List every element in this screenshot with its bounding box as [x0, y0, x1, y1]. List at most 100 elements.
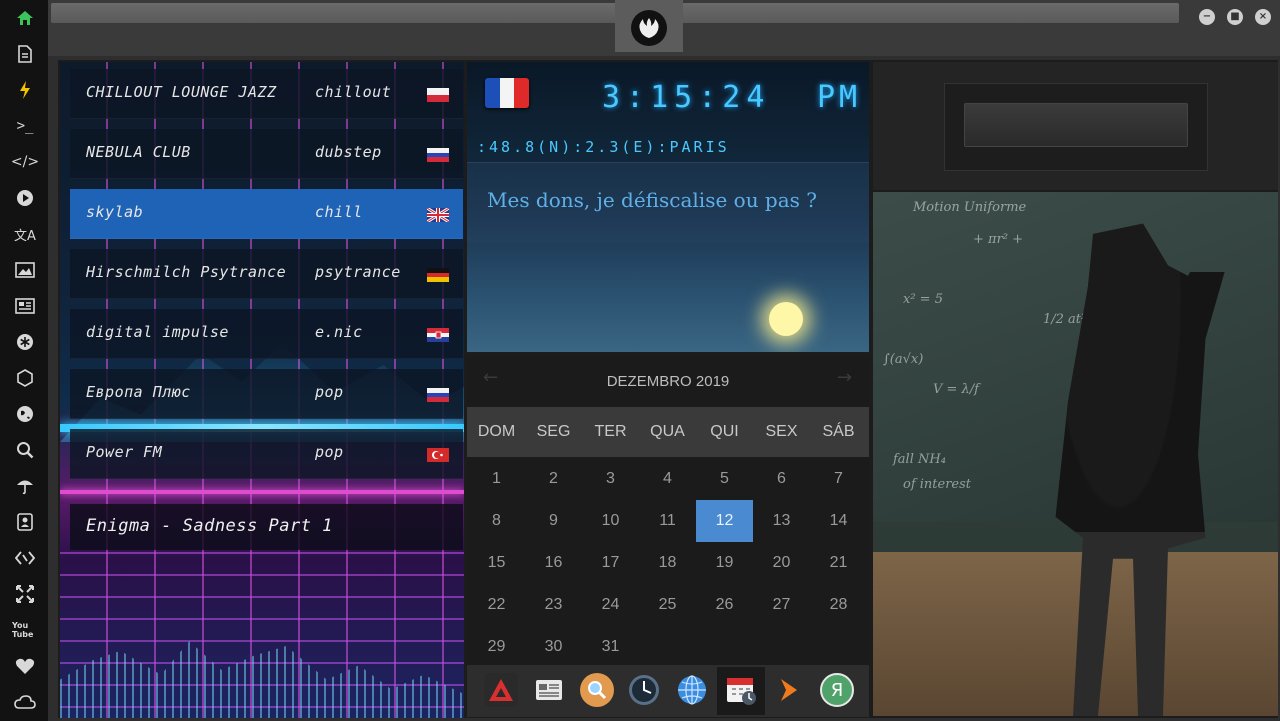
maximize-button[interactable]: ■	[1227, 9, 1243, 25]
calendar-day[interactable]: 10	[582, 500, 639, 542]
emblem-tab[interactable]	[615, 0, 683, 52]
calendar-day[interactable]: 14	[810, 500, 867, 542]
forward-app-icon[interactable]	[772, 673, 806, 707]
news-icon[interactable]	[532, 673, 566, 707]
calendar-day[interactable]: 12	[696, 500, 753, 542]
clock-ampm: PM	[817, 80, 862, 115]
app-dock: Я	[467, 665, 869, 717]
calendar-day[interactable]: 15	[468, 542, 525, 584]
cloud-icon[interactable]	[12, 689, 38, 715]
code-icon[interactable]: </>	[11, 149, 39, 175]
left-sidebar: >_ </> 文A You Tube	[0, 0, 48, 721]
calendar-day[interactable]: 4	[639, 458, 696, 500]
station-genre: psytrance	[315, 263, 401, 281]
tag-icon[interactable]	[12, 545, 38, 571]
station-name: CHILLOUT LOUNGE JAZZ	[86, 83, 277, 101]
calendar-day[interactable]: 18	[639, 542, 696, 584]
station-row[interactable]: digital impulse e.nic	[70, 309, 463, 359]
wallpaper-image: Motion Uniforme + πr² + x² = 5 1/2 at² ∫(a√x…	[873, 192, 1278, 716]
weekday-label: QUA	[650, 423, 685, 440]
station-row[interactable]: CHILLOUT LOUNGE JAZZ chillout	[70, 69, 463, 119]
croatia-flag-icon	[427, 327, 449, 342]
close-button[interactable]: ×	[1255, 9, 1271, 25]
calendar-day[interactable]: 31	[582, 626, 639, 668]
minimize-button[interactable]: −	[1199, 9, 1215, 25]
calendar-day[interactable]: 29	[468, 626, 525, 668]
weekday-label: SÁB	[822, 423, 855, 440]
station-row[interactable]: Power FM pop	[70, 429, 463, 479]
calendar-day[interactable]: 8	[468, 500, 525, 542]
calendar-day[interactable]: 6	[753, 458, 810, 500]
globe-icon[interactable]	[12, 401, 38, 427]
rebel-emblem-icon	[631, 10, 667, 46]
calendar-day[interactable]: 28	[810, 584, 867, 626]
translate-icon[interactable]: 文A	[12, 221, 38, 247]
calendar-day[interactable]: 9	[525, 500, 582, 542]
app-launcher-icon[interactable]	[484, 673, 518, 707]
search-icon[interactable]	[12, 437, 38, 463]
next-month-button[interactable]: →	[837, 367, 852, 388]
station-genre: dubstep	[315, 143, 382, 161]
calendar-day[interactable]: 1	[468, 458, 525, 500]
bolt-icon[interactable]	[12, 77, 38, 103]
clock-app-icon[interactable]	[627, 673, 661, 707]
germany-flag-icon	[427, 267, 449, 282]
station-row[interactable]: skylab chill	[70, 189, 463, 239]
station-name: NEBULA CLUB	[86, 143, 191, 161]
station-row[interactable]: Hirschmilch Psytrance psytrance	[70, 249, 463, 299]
calendar-day[interactable]: 17	[582, 542, 639, 584]
calendar-day[interactable]: 11	[639, 500, 696, 542]
chalk-text: Motion Uniforme	[913, 200, 1027, 215]
calendar-day[interactable]: 2	[525, 458, 582, 500]
calendar-day[interactable]: 3	[582, 458, 639, 500]
poland-flag-icon	[427, 87, 449, 102]
search-app-icon[interactable]	[580, 673, 614, 707]
calendar-day[interactable]: 25	[639, 584, 696, 626]
calendar-app-icon[interactable]	[724, 673, 758, 707]
expand-icon[interactable]	[12, 581, 38, 607]
calendar-day[interactable]: 19	[696, 542, 753, 584]
calendar-day[interactable]: 30	[525, 626, 582, 668]
youtube-icon[interactable]: You Tube	[12, 617, 38, 643]
calendar-month: DEZEMBRO 2019	[606, 373, 730, 390]
youtube-label: You Tube	[12, 621, 34, 639]
calendar-day[interactable]: 24	[582, 584, 639, 626]
station-name: Европа Плюс	[86, 383, 191, 401]
weekday-label: SEG	[536, 423, 571, 440]
calendar-day[interactable]: 5	[696, 458, 753, 500]
now-playing: Enigma - Sadness Part 1	[70, 504, 463, 550]
hexagon-icon[interactable]	[12, 365, 38, 391]
yandex-icon[interactable]: Я	[820, 673, 854, 707]
calendar-day[interactable]: 27	[753, 584, 810, 626]
play-icon[interactable]	[12, 185, 38, 211]
calendar-day[interactable]: 21	[810, 542, 867, 584]
calendar-day[interactable]: 13	[753, 500, 810, 542]
station-row[interactable]: Европа Плюс pop	[70, 369, 463, 419]
calendar-day[interactable]: 7	[810, 458, 867, 500]
calendar-day[interactable]: 20	[753, 542, 810, 584]
globe-app-icon[interactable]	[675, 673, 709, 707]
station-name: digital impulse	[86, 323, 229, 341]
chalk-text: ∫(a√x)	[883, 352, 924, 367]
document-icon[interactable]	[12, 41, 38, 67]
neon-line	[60, 490, 464, 494]
image-icon[interactable]	[12, 257, 38, 283]
calendar-day[interactable]: 26	[696, 584, 753, 626]
sun-icon	[769, 302, 803, 336]
right-input-field[interactable]	[964, 103, 1188, 147]
calendar-widget: ← DEZEMBRO 2019 → DOM SEG TER QUA QUI SEX SÁB …	[467, 357, 869, 665]
contact-icon[interactable]	[12, 509, 38, 535]
chalk-text: V = λ/f	[933, 382, 979, 397]
chalk-text: x² = 5	[903, 292, 943, 307]
calendar-day[interactable]: 23	[525, 584, 582, 626]
asterisk-icon[interactable]	[12, 329, 38, 355]
station-genre: chillout	[315, 83, 392, 101]
station-row[interactable]: NEBULA CLUB dubstep	[70, 129, 463, 179]
heart-icon[interactable]	[12, 653, 38, 679]
calendar-day[interactable]: 22	[468, 584, 525, 626]
calendar-day[interactable]: 16	[525, 542, 582, 584]
terminal-icon[interactable]: >_	[12, 113, 38, 139]
newspaper-icon[interactable]	[12, 293, 38, 319]
umbrella-icon[interactable]	[12, 473, 38, 499]
home-icon[interactable]	[12, 5, 38, 31]
